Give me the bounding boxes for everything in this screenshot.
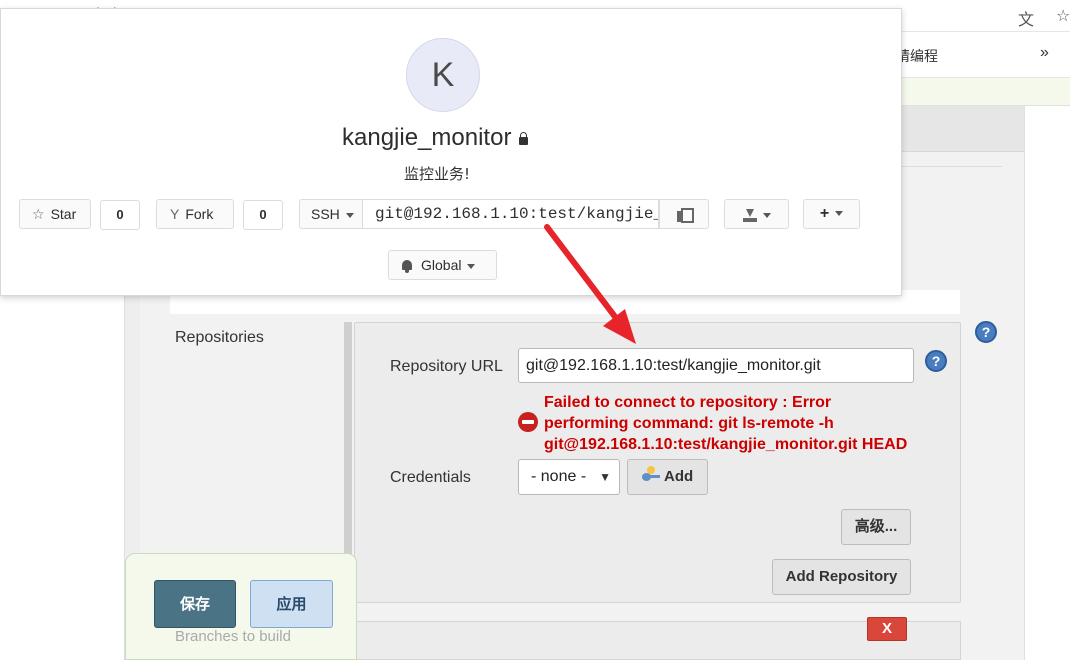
section-divider	[900, 166, 1002, 167]
error-line: performing command: git ls-remote -h	[544, 415, 834, 432]
caret-down-icon	[762, 212, 771, 218]
clone-protocol-label: SSH	[311, 206, 340, 222]
plus-icon: +	[819, 205, 830, 222]
star-count[interactable]: 0	[100, 200, 140, 230]
bookmarks-more-button[interactable]: »	[1040, 44, 1049, 62]
delete-repository-button[interactable]: X	[867, 617, 907, 641]
fork-label: Fork	[185, 206, 214, 222]
copy-url-button[interactable]	[659, 199, 709, 229]
caret-down-icon	[345, 212, 354, 218]
star-button[interactable]: ☆ Star	[19, 199, 91, 229]
project-title: kangjie_monitor	[342, 124, 529, 152]
notification-level-dropdown[interactable]: Global	[388, 250, 497, 280]
bookmark-item[interactable]: 请编程	[896, 46, 938, 66]
repository-url-label: Repository URL	[390, 358, 503, 375]
star-icon: ☆	[32, 206, 45, 222]
repository-url-help-icon[interactable]: ?	[925, 350, 947, 372]
bookmark-star-icon[interactable]: ☆	[1056, 6, 1070, 26]
notification-level-label: Global	[421, 257, 462, 273]
chevron-down-icon: ▼	[599, 470, 611, 484]
project-avatar: K	[406, 38, 480, 112]
apply-button[interactable]: 应用	[250, 580, 333, 628]
bell-icon	[401, 259, 413, 273]
right-margin	[1024, 106, 1070, 660]
clone-protocol-dropdown[interactable]: SSH	[299, 199, 363, 229]
caret-down-icon	[467, 263, 476, 269]
project-name: kangjie_monitor	[342, 124, 512, 151]
caret-down-icon	[835, 211, 844, 217]
add-credentials-label: Add	[664, 468, 694, 485]
section-header	[900, 106, 1024, 152]
lock-icon	[519, 131, 529, 145]
add-credentials-button[interactable]: Add	[627, 459, 708, 495]
copy-icon	[677, 208, 694, 224]
key-spark-icon	[647, 466, 655, 474]
fork-icon: Y	[170, 206, 180, 222]
repository-url-input[interactable]: git@192.168.1.10:test/kangjie_monitor.gi…	[518, 348, 914, 383]
clone-url-input[interactable]: git@192.168.1.10:test/kangjie_	[363, 199, 659, 229]
add-repository-button[interactable]: Add Repository	[772, 559, 911, 595]
download-icon	[742, 208, 757, 223]
new-item-dropdown[interactable]: +	[803, 199, 860, 229]
save-button[interactable]: 保存	[154, 580, 236, 628]
credentials-selected-value: - none -	[531, 468, 587, 485]
download-dropdown[interactable]	[724, 199, 789, 229]
repositories-help-icon[interactable]: ?	[975, 321, 997, 343]
fork-button[interactable]: Y Fork	[156, 199, 234, 229]
credentials-select[interactable]: - none - ▼	[518, 459, 620, 495]
advanced-button[interactable]: 高级...	[841, 509, 911, 545]
translate-icon[interactable]: 文	[1018, 6, 1034, 30]
error-line: Failed to connect to repository : Error	[544, 394, 832, 411]
page-top-strip	[900, 78, 1070, 106]
branches-to-build-label: Branches to build	[175, 628, 291, 645]
fork-count[interactable]: 0	[243, 200, 283, 230]
error-line: git@192.168.1.10:test/kangjie_monitor.gi…	[544, 436, 908, 453]
credentials-label: Credentials	[390, 469, 471, 486]
connection-error-message: Failed to connect to repository : Error …	[544, 392, 934, 455]
error-icon	[518, 412, 538, 432]
project-description: 监控业务!	[404, 165, 471, 183]
repositories-label: Repositories	[175, 329, 264, 346]
star-label: Star	[50, 206, 77, 222]
